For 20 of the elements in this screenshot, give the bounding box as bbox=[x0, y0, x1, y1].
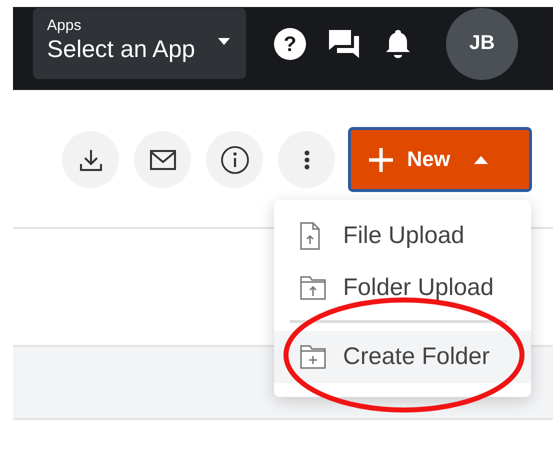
new-button[interactable]: New bbox=[348, 127, 532, 192]
app-select-value: Select an App bbox=[47, 36, 196, 64]
info-icon bbox=[220, 146, 248, 174]
app-select-label: Apps bbox=[47, 17, 82, 34]
caret-icon bbox=[474, 156, 488, 164]
more-icon bbox=[304, 150, 310, 170]
folder-upload-icon bbox=[300, 274, 326, 302]
menu-item[interactable]: File Upload bbox=[274, 210, 531, 262]
user-avatar[interactable]: JB bbox=[446, 8, 518, 80]
bell-icon[interactable] bbox=[385, 28, 411, 58]
menu-item[interactable]: Create Folder bbox=[274, 331, 531, 383]
plus-icon bbox=[369, 148, 393, 172]
folder-add-icon bbox=[300, 343, 326, 371]
envelope-icon bbox=[150, 150, 176, 170]
app-select[interactable]: Apps Select an App bbox=[33, 8, 246, 79]
download-icon bbox=[78, 148, 102, 172]
caret-icon bbox=[218, 38, 230, 45]
help-icon[interactable]: ? bbox=[274, 28, 306, 60]
menu-item[interactable]: Folder Upload bbox=[274, 262, 531, 314]
chat-icon[interactable] bbox=[328, 28, 360, 58]
